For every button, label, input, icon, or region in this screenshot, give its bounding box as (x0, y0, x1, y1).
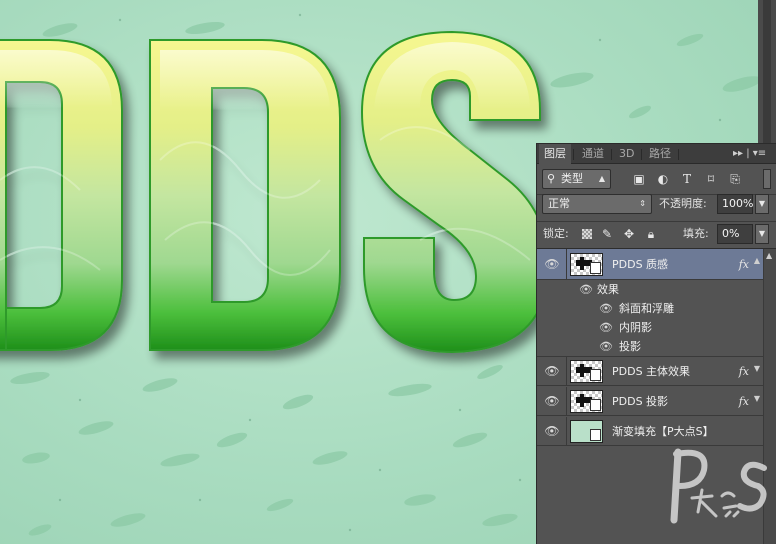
effect-row-inner-shadow[interactable]: 👁︎ 内阴影 (537, 318, 763, 337)
blend-mode-dropdown[interactable]: 正常 ⇕ (542, 194, 652, 214)
eye-icon[interactable]: 👁︎ (543, 392, 561, 410)
effect-row-drop-shadow[interactable]: 👁︎ 投影 (537, 337, 763, 357)
layer-name[interactable]: PDDS 质感 (612, 249, 668, 280)
filter-kind-dropdown[interactable]: ⚲ 类型 ▲ (542, 169, 611, 189)
layer-row-gradient-fill[interactable]: 👁︎ 渐变填充【P大点S】 (537, 417, 763, 446)
eye-icon[interactable]: 👁︎ (597, 300, 615, 318)
opacity-dropdown-button[interactable]: ▼ (755, 194, 769, 214)
lock-row: 锁定: ✎ ✥ 🔒︎ 填充: 0% ▼ (537, 221, 776, 248)
blend-row: 正常 ⇕ 不透明度: 100% ▼ (537, 194, 776, 221)
layer-thumbnail (570, 420, 603, 443)
expand-arrow-icon[interactable]: ▼ (754, 394, 760, 403)
tab-layers[interactable]: 图层 (539, 144, 571, 164)
smart-object-filter-icon[interactable]: ⎘ (727, 171, 743, 187)
filter-toggle-switch[interactable] (763, 169, 771, 189)
layer-thumbnail (570, 360, 603, 383)
filter-kind-value: 类型 (561, 172, 583, 185)
layer-thumbnail (570, 390, 603, 413)
layer-row-pdds-texture[interactable]: 👁︎ PDDS 质感 fx ▲ (537, 249, 763, 280)
fill-field[interactable]: 0% (717, 224, 753, 244)
eye-icon[interactable]: 👁︎ (543, 255, 561, 273)
fx-icon[interactable]: fx (739, 357, 749, 386)
effects-group-row[interactable]: 👁︎ 效果 (537, 280, 763, 299)
fill-dropdown-button[interactable]: ▼ (755, 224, 769, 244)
tab-channels[interactable]: 通道 (577, 144, 609, 164)
lock-paint-icon[interactable]: ✎ (599, 226, 615, 242)
type-filter-icon[interactable]: T (679, 171, 695, 187)
panel-tab-bar: 图层 通道 3D 路径 ▸▸ | ▾≡ (537, 144, 776, 164)
search-icon: ⚲ (547, 172, 556, 185)
opacity-label: 不透明度: (659, 197, 707, 210)
tab-paths[interactable]: 路径 (644, 144, 676, 164)
chevron-updown-icon: ▲ (598, 174, 605, 183)
eye-icon[interactable]: 👁︎ (597, 338, 615, 356)
effect-row-bevel[interactable]: 👁︎ 斜面和浮雕 (537, 299, 763, 318)
panel-menu-button[interactable]: ▸▸ | ▾≡ (733, 144, 766, 164)
layer-row-pdds-main[interactable]: 👁︎ PDDS 主体效果 fx ▼ (537, 357, 763, 386)
pdds-text-art (0, 30, 550, 354)
effect-name: 斜面和浮雕 (619, 302, 674, 315)
layer-row-pdds-shadow[interactable]: 👁︎ PDDS 投影 fx ▼ (537, 387, 763, 416)
eye-icon[interactable]: 👁︎ (577, 281, 595, 299)
collapse-arrow-icon[interactable]: ▲ (754, 256, 760, 265)
adjustment-filter-icon[interactable]: ◐ (655, 171, 671, 187)
lock-all-icon[interactable]: 🔒︎ (643, 226, 659, 242)
effect-name: 投影 (619, 340, 641, 353)
eye-icon[interactable]: 👁︎ (543, 422, 561, 440)
layer-name[interactable]: 渐变填充【P大点S】 (612, 417, 714, 446)
fill-label: 填充: (683, 227, 709, 240)
layer-name[interactable]: PDDS 主体效果 (612, 357, 690, 386)
shape-filter-icon[interactable]: ⌑ (703, 171, 719, 187)
layer-name[interactable]: PDDS 投影 (612, 387, 668, 416)
fx-icon[interactable]: fx (739, 387, 749, 416)
lock-position-icon[interactable]: ✥ (621, 226, 637, 242)
tab-3d[interactable]: 3D (614, 144, 639, 164)
chevron-updown-icon: ⇕ (639, 199, 646, 208)
lock-transparent-icon[interactable] (579, 226, 595, 242)
image-filter-icon[interactable]: ▣ (631, 171, 647, 187)
eye-icon[interactable]: 👁︎ (597, 319, 615, 337)
canvas-vertical-scrollbar[interactable] (758, 0, 776, 146)
effects-label: 效果 (597, 283, 619, 296)
layer-thumbnail (570, 253, 603, 276)
psahz-watermark-logo (670, 448, 767, 524)
lock-label: 锁定: (543, 227, 569, 240)
expand-arrow-icon[interactable]: ▼ (754, 364, 760, 373)
filter-row: ⚲ 类型 ▲ ▣ ◐ T ⌑ ⎘ (537, 164, 776, 194)
eye-icon[interactable]: 👁︎ (543, 362, 561, 380)
fx-icon[interactable]: fx (739, 249, 749, 280)
effect-name: 内阴影 (619, 321, 652, 334)
blend-mode-value: 正常 (548, 197, 570, 210)
opacity-field[interactable]: 100% (717, 194, 753, 214)
